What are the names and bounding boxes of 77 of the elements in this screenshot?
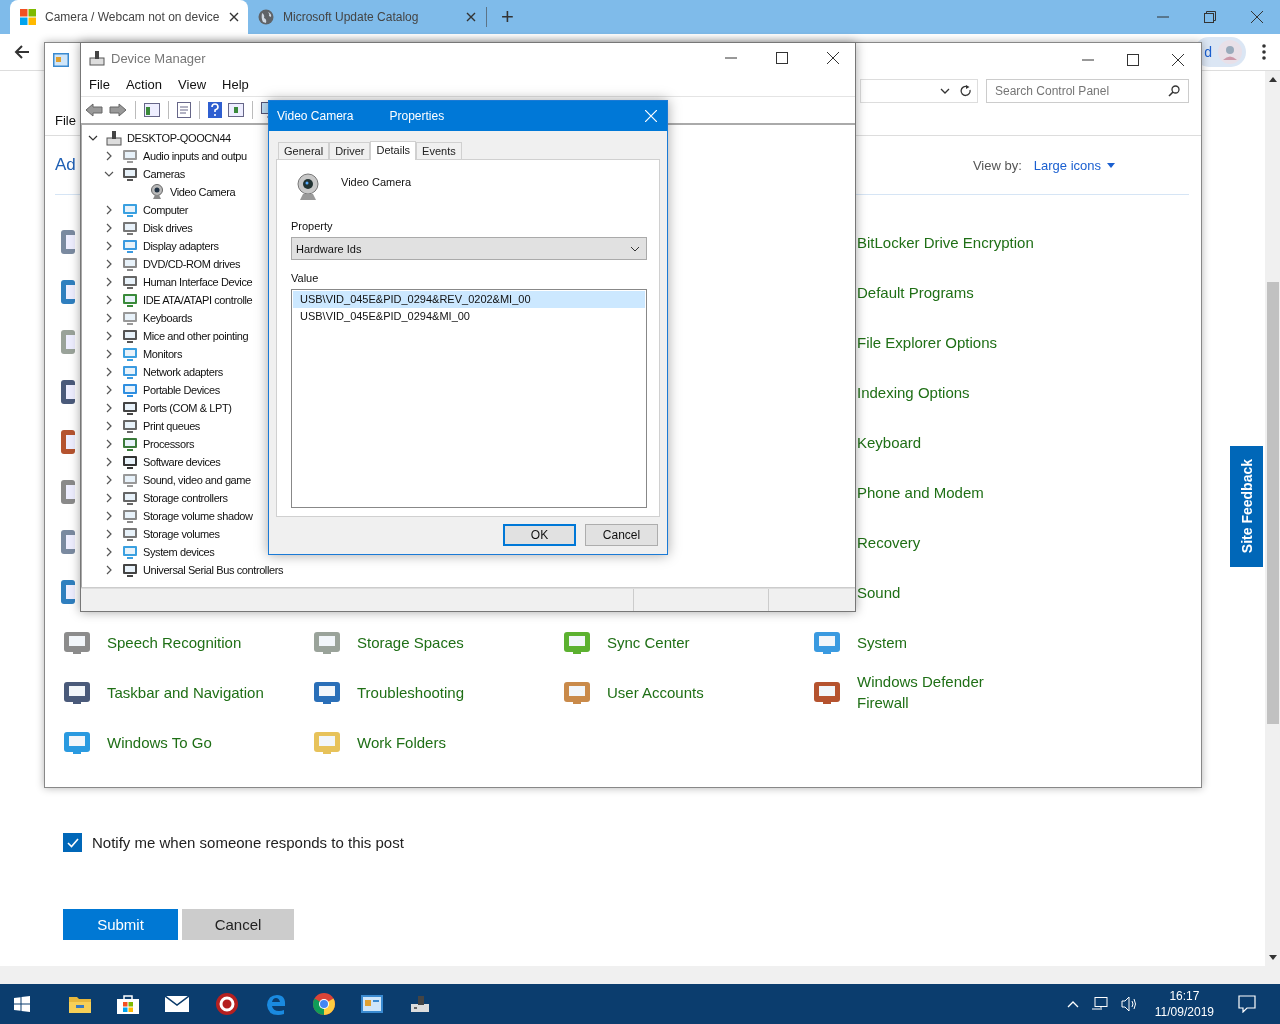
dialog-title: Properties [389, 109, 445, 123]
tab[interactable]: Details [370, 141, 417, 160]
control-panel-link[interactable]: Speech Recognition [107, 631, 242, 653]
menu-item[interactable]: File [55, 112, 76, 128]
control-panel-link[interactable]: Sound [857, 581, 901, 603]
view-by-dropdown[interactable]: Large icons [1033, 157, 1115, 173]
cancel-button[interactable]: Cancel [182, 909, 294, 940]
clock-date[interactable]: 11/09/2019 [1154, 1005, 1214, 1019]
submit-button[interactable]: Submit [63, 909, 178, 940]
control-panel-link[interactable]: Taskbar and Navigation [107, 681, 264, 703]
search-field[interactable]: Search Control Panel [986, 79, 1189, 103]
menu-item[interactable]: Action [125, 77, 163, 92]
tree-item[interactable]: Print queues [143, 420, 200, 432]
tree-item[interactable]: Display adapters [143, 240, 219, 252]
view-by-label: View by: [972, 157, 1022, 173]
control-panel-link[interactable]: User Accounts [607, 681, 704, 703]
tree-item[interactable]: Human Interface Device [143, 276, 253, 288]
tab[interactable]: Driver [329, 142, 371, 159]
control-panel-link[interactable]: System [857, 631, 907, 653]
window-title: Device Manager [111, 50, 206, 66]
control-panel-link[interactable]: Storage Spaces [357, 631, 464, 653]
tree-item[interactable]: Computer [143, 204, 189, 216]
tree-item[interactable]: Storage volumes [143, 528, 220, 540]
control-panel-link[interactable]: Phone and Modem [857, 481, 984, 503]
tree-item[interactable]: System devices [143, 546, 215, 558]
new-tab-button[interactable]: + [501, 4, 514, 30]
dialog-title: Video Camera [277, 109, 354, 123]
menu-item[interactable]: View [178, 77, 207, 92]
clock-time[interactable]: 16:17 [1169, 989, 1200, 1003]
site-feedback-tab[interactable]: Site Feedback [1230, 446, 1263, 567]
value-label: Value [291, 272, 320, 284]
tab[interactable]: Events [416, 142, 462, 159]
control-panel-link[interactable]: File Explorer Options [857, 331, 998, 353]
control-panel-link[interactable]: Recovery [857, 531, 921, 553]
tree-item[interactable]: Disk drives [143, 222, 193, 234]
menu-item[interactable]: File [89, 77, 110, 92]
tree-item[interactable]: Mice and other pointing [143, 330, 249, 342]
list-item[interactable]: USB\VID_045E&PID_0294&REV_0202&MI_00 [293, 291, 645, 308]
tree-item[interactable]: Audio inputs and outpu [143, 150, 247, 162]
control-panel-link[interactable]: Windows Defender Firewall [857, 671, 1037, 713]
property-dropdown[interactable]: Hardware Ids [291, 237, 647, 260]
tree-item[interactable]: Monitors [143, 348, 182, 360]
control-panel-link[interactable]: Sync Center [607, 631, 690, 653]
tree-item[interactable]: Keyboards [143, 312, 192, 324]
control-panel-link[interactable]: Indexing Options [857, 381, 970, 403]
tree-item[interactable]: Cameras [143, 168, 185, 180]
tree-item[interactable]: DESKTOP-QOOCN44 [127, 132, 231, 144]
device-name: Video Camera [341, 176, 412, 188]
tab[interactable]: General [278, 142, 330, 159]
property-label: Property [291, 220, 334, 232]
tree-item[interactable]: Network adapters [143, 366, 223, 378]
tree-item[interactable]: Ports (COM & LPT) [143, 402, 232, 414]
tree-item[interactable]: Sound, video and game [143, 474, 251, 486]
control-panel-link[interactable]: Default Programs [857, 281, 974, 303]
list-item[interactable]: USB\VID_045E&PID_0294&MI_00 [293, 308, 645, 325]
ok-button[interactable]: OK [503, 524, 576, 546]
browser-tab[interactable]: Microsoft Update Catalog [248, 0, 486, 34]
tree-item[interactable]: Universal Serial Bus controllers [143, 564, 284, 576]
control-panel-link[interactable]: Work Folders [357, 731, 446, 753]
browser-tab[interactable]: Camera / Webcam not on device [10, 0, 248, 34]
tree-item[interactable]: Processors [143, 438, 195, 450]
tree-item[interactable]: IDE ATA/ATAPI controlle [143, 294, 253, 306]
control-panel-link[interactable]: BitLocker Drive Encryption [857, 231, 1034, 253]
page-heading: Ad [55, 155, 76, 175]
tree-item[interactable]: Storage volume shadow [143, 510, 253, 522]
control-panel-link[interactable]: Keyboard [857, 431, 922, 453]
cancel-button[interactable]: Cancel [585, 524, 658, 546]
control-panel-link[interactable]: Troubleshooting [357, 681, 464, 703]
checkbox-label: Notify me when someone responds to this post [92, 834, 404, 851]
menu-item[interactable]: Help [222, 77, 249, 92]
tree-item[interactable]: DVD/CD-ROM drives [143, 258, 241, 270]
tree-item[interactable]: Portable Devices [143, 384, 220, 396]
tree-item[interactable]: Software devices [143, 456, 221, 468]
extension-label: d [1204, 44, 1212, 60]
tree-item[interactable]: Storage controllers [143, 492, 228, 504]
control-panel-link[interactable]: Windows To Go [107, 731, 212, 753]
tree-item[interactable]: Video Camera [170, 186, 236, 198]
